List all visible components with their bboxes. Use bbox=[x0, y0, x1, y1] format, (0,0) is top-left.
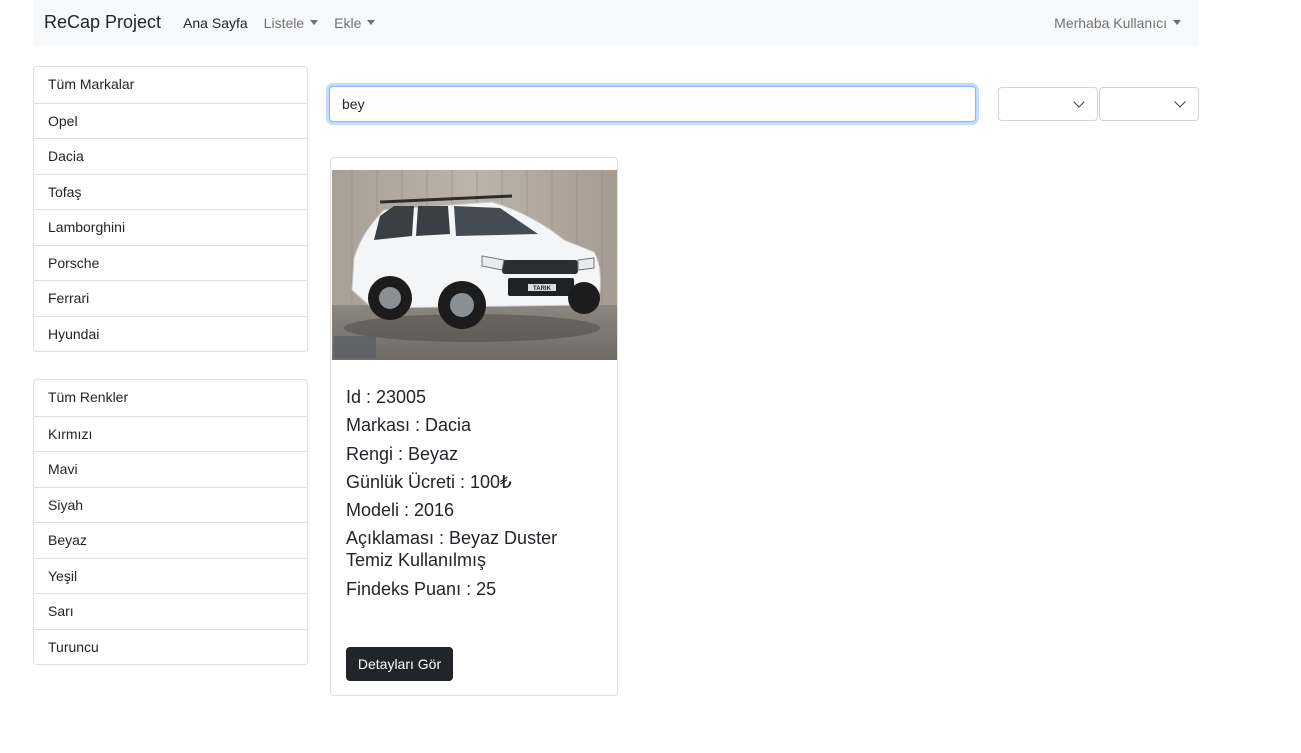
search-input[interactable] bbox=[329, 86, 976, 122]
navbar-brand[interactable]: ReCap Project bbox=[44, 12, 161, 33]
chevron-down-icon bbox=[310, 20, 319, 25]
color-item-all[interactable]: Tüm Renkler bbox=[34, 380, 307, 416]
color-filter-select[interactable] bbox=[1099, 87, 1199, 121]
chevron-down-icon bbox=[1173, 20, 1181, 25]
brand-item-all[interactable]: Tüm Markalar bbox=[34, 67, 307, 103]
car-findeks-score: Findeks Puanı : 25 bbox=[346, 578, 497, 599]
user-menu-dropdown[interactable]: Merhaba Kullanıcı bbox=[1054, 15, 1181, 31]
nav-list-label: Listele bbox=[263, 14, 305, 31]
car-description: Açıklaması : Beyaz Duster Temiz Kullanıl… bbox=[346, 528, 558, 571]
car-details: Id : 23005 Markası : Dacia Rengi : Beyaz… bbox=[346, 386, 606, 606]
car-image: TARIK bbox=[332, 170, 617, 360]
nav-add-dropdown[interactable]: Ekle bbox=[334, 14, 376, 31]
details-button[interactable]: Detayları Gör bbox=[346, 647, 453, 681]
license-plate: TARIK bbox=[533, 286, 552, 292]
user-menu-label: Merhaba Kullanıcı bbox=[1054, 14, 1167, 31]
color-item-blue[interactable]: Mavi bbox=[34, 451, 307, 487]
color-item-orange[interactable]: Turuncu bbox=[34, 628, 307, 665]
chevron-down-icon bbox=[367, 20, 376, 25]
chevron-down-icon bbox=[1073, 96, 1085, 108]
color-item-black[interactable]: Siyah bbox=[34, 486, 307, 523]
car-id: Id : 23005 bbox=[346, 387, 427, 407]
car-color: Rengi : Beyaz bbox=[346, 443, 459, 464]
car-card: TARIK Id : 23005 Markası : Dacia Rengi :… bbox=[330, 157, 618, 696]
brand-item-hyundai[interactable]: Hyundai bbox=[34, 315, 307, 352]
color-item-red[interactable]: Kırmızı bbox=[34, 415, 307, 452]
nav-list-dropdown[interactable]: Listele bbox=[263, 14, 319, 31]
color-item-white[interactable]: Beyaz bbox=[34, 522, 307, 558]
car-brand: Markası : Dacia bbox=[346, 415, 472, 436]
brand-item-opel[interactable]: Opel bbox=[34, 102, 307, 139]
brand-item-porsche[interactable]: Porsche bbox=[34, 244, 307, 281]
color-item-green[interactable]: Yeşil bbox=[34, 557, 307, 594]
car-model-year: Modeli : 2016 bbox=[346, 500, 455, 521]
brand-item-dacia[interactable]: Dacia bbox=[34, 138, 307, 174]
color-item-yellow[interactable]: Sarı bbox=[34, 593, 307, 629]
navbar: ReCap Project Ana Sayfa Listele Ekle Mer… bbox=[33, 0, 1199, 45]
nav-add-label: Ekle bbox=[334, 14, 362, 31]
car-daily-price: Günlük Ücreti : 100₺ bbox=[346, 471, 512, 492]
brand-item-lamborghini[interactable]: Lamborghini bbox=[34, 209, 307, 245]
chevron-down-icon bbox=[1174, 96, 1186, 108]
nav-links: Ana Sayfa Listele Ekle bbox=[183, 14, 376, 31]
color-list: Tüm Renkler Kırmızı Mavi Siyah Beyaz Yeş… bbox=[33, 379, 308, 665]
nav-home-label: Ana Sayfa bbox=[183, 14, 248, 31]
brand-filter-select[interactable] bbox=[998, 87, 1098, 121]
brand-item-ferrari[interactable]: Ferrari bbox=[34, 280, 307, 316]
brand-item-tofas[interactable]: Tofaş bbox=[34, 173, 307, 210]
nav-home-link[interactable]: Ana Sayfa bbox=[183, 15, 248, 31]
brand-list: Tüm Markalar Opel Dacia Tofaş Lamborghin… bbox=[33, 66, 308, 352]
